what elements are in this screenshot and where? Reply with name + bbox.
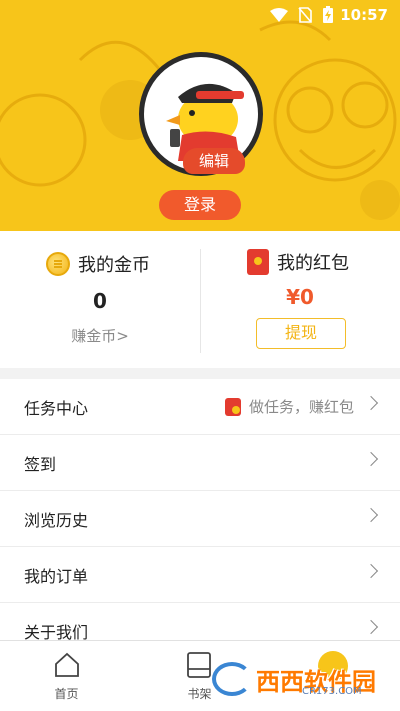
status-icons xyxy=(270,6,334,28)
red-packet-value: ¥0 xyxy=(286,285,314,309)
watermark-logo: 西西软件园 CR173.COM xyxy=(212,658,382,700)
red-packet-title-label: 我的红包 xyxy=(277,253,349,274)
wallet-panel: 我的金币 0 赚金币> 我的红包 ¥0 提现 xyxy=(0,231,400,368)
bookshelf-icon xyxy=(187,652,211,678)
task-hint-label: 做任务，赚红包 xyxy=(248,398,354,416)
no-sim-icon xyxy=(298,7,312,27)
chevron-right-icon xyxy=(363,507,379,523)
menu-item-label: 关于我们 xyxy=(24,622,89,642)
battery-charging-icon xyxy=(322,6,334,28)
coins-title: 我的金币 xyxy=(46,251,150,277)
coins-value: 0 xyxy=(93,289,107,313)
status-time: 10:57 xyxy=(340,6,388,24)
gold-coin-icon xyxy=(46,252,70,276)
chevron-right-icon xyxy=(363,619,379,635)
red-packet-title: 我的红包 xyxy=(247,249,349,275)
chevron-right-icon xyxy=(363,395,379,411)
withdraw-button[interactable]: 提现 xyxy=(256,318,346,349)
menu-item-history[interactable]: 浏览历史 xyxy=(0,491,400,547)
menu-item-label: 我的订单 xyxy=(24,566,89,586)
red-packet-icon xyxy=(224,397,241,416)
nav-item-home[interactable]: 首页 xyxy=(0,641,133,711)
earn-coins-link[interactable]: 赚金币> xyxy=(0,325,200,346)
menu-item-label: 任务中心 xyxy=(24,398,89,418)
menu-item-orders[interactable]: 我的订单 xyxy=(0,547,400,603)
red-packet-icon xyxy=(247,249,269,275)
login-button[interactable]: 登录 xyxy=(159,190,241,220)
wifi-icon xyxy=(270,8,288,26)
menu-item-label: 浏览历史 xyxy=(24,510,89,530)
task-hint: 做任务，赚红包 xyxy=(224,396,354,417)
profile-header: 10:57 编辑 登录 xyxy=(0,0,400,231)
home-icon xyxy=(55,652,79,677)
chevron-right-icon xyxy=(363,451,379,467)
coins-title-label: 我的金币 xyxy=(78,255,150,276)
menu-item-label: 签到 xyxy=(24,454,57,474)
watermark-mark-icon xyxy=(212,662,252,696)
edit-profile-button[interactable]: 编辑 xyxy=(183,148,245,174)
watermark-sub: CR173.COM xyxy=(302,686,362,697)
menu-item-sign-in[interactable]: 签到 xyxy=(0,435,400,491)
status-bar: 10:57 xyxy=(0,0,400,30)
nav-label-home: 首页 xyxy=(54,687,79,701)
menu-list: 任务中心 做任务，赚红包 签到 浏览历史 我的订单 关于我们 xyxy=(0,379,400,659)
chevron-right-icon xyxy=(363,563,379,579)
menu-item-task-center[interactable]: 任务中心 做任务，赚红包 xyxy=(0,379,400,435)
